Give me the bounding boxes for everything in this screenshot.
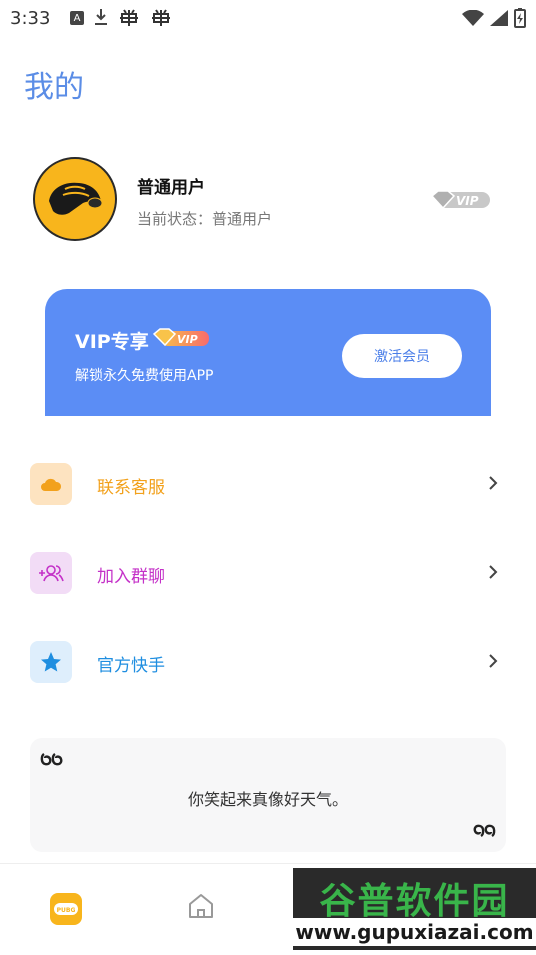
add-group-icon [39, 565, 64, 582]
page-title: 我的 [24, 70, 84, 105]
chevron-right-icon [489, 476, 498, 490]
vip-title: VIP专享 [75, 331, 149, 353]
status-label: 当前状态： [137, 210, 213, 228]
home-icon [189, 894, 213, 918]
quote-text: 你笑起来真像好天气。 [187, 790, 348, 809]
vip-subtitle: 解锁永久免费使用APP [75, 368, 214, 384]
svg-text:PUBG: PUBG [57, 907, 76, 914]
status-bar: 3:33 A [0, 0, 536, 36]
menu-label: 联系客服 [97, 478, 165, 498]
profile-name: 普通用户 [137, 178, 205, 198]
quote-card: 你笑起来真像好天气。 [30, 738, 506, 852]
menu-item-join-group[interactable]: 加入群聊 [0, 543, 536, 603]
menu-label: 加入群聊 [97, 567, 165, 587]
star-icon [41, 652, 61, 672]
watermark: 谷普软件园 www.gupuxiazai.com [293, 868, 536, 950]
vip-diamond-icon: VIP [152, 328, 209, 347]
helmet-icon [49, 182, 103, 215]
signal-icon [490, 10, 508, 26]
bug-icon [120, 9, 138, 26]
status-icons-left: A [70, 8, 172, 28]
menu-item-contact-service[interactable]: 联系客服 [0, 454, 536, 514]
wifi-icon [462, 10, 484, 26]
status-value: 普通用户 [212, 210, 273, 228]
chevron-right-icon [489, 565, 498, 579]
bug-icon-2 [152, 9, 170, 26]
quote-close-icon [473, 824, 496, 837]
watermark-bottom: www.gupuxiazai.com [293, 918, 536, 946]
profile-status: 当前状态：普通用户 [137, 208, 272, 229]
diamond-icon: VIP [430, 190, 490, 210]
battery-icon [514, 8, 526, 28]
menu-icon-bg [30, 463, 72, 505]
nav-item-pubg[interactable]: PUBG [49, 892, 83, 930]
vip-card: VIP专享 VIP 解锁永久免费使用APP 激活会员 [45, 289, 491, 416]
avatar[interactable] [33, 157, 117, 241]
cloud-icon [41, 478, 62, 491]
quote-open-icon [40, 753, 63, 766]
a-icon: A [70, 11, 84, 25]
menu-label: 官方快手 [97, 656, 165, 676]
watermark-top: 谷普软件园 [319, 881, 510, 922]
menu-item-official-kuaishou[interactable]: 官方快手 [0, 632, 536, 692]
menu-icon-bg [30, 552, 72, 594]
vip-badge: VIP [430, 188, 492, 212]
chevron-right-icon [489, 654, 498, 668]
vip-badge-color-text: VIP [177, 333, 198, 346]
activate-vip-button[interactable]: 激活会员 [342, 334, 462, 378]
status-icons-right [462, 8, 526, 28]
download-icon [95, 9, 107, 25]
vip-badge-color: VIP [152, 327, 211, 349]
vip-badge-text: VIP [456, 194, 479, 208]
nav-item-home[interactable] [187, 892, 215, 924]
pubg-icon: PUBG [50, 893, 82, 925]
status-time: 3:33 [10, 8, 51, 29]
menu-icon-bg [30, 641, 72, 683]
